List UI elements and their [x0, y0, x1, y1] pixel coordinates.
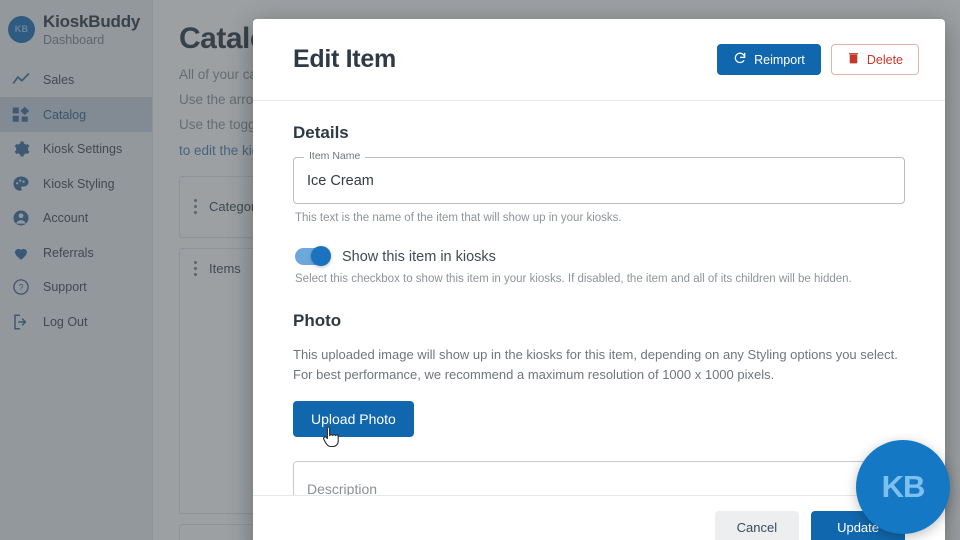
- cancel-button[interactable]: Cancel: [714, 510, 800, 540]
- item-name-help-text: This text is the name of the item that w…: [295, 212, 622, 224]
- reimport-button-label: Reimport: [754, 52, 805, 67]
- delete-button[interactable]: Delete: [830, 44, 919, 75]
- item-name-input[interactable]: Ice Cream: [293, 157, 905, 204]
- chat-widget-button[interactable]: KB: [856, 440, 950, 534]
- photo-section-title: Photo: [293, 311, 342, 331]
- modal-header-actions: Reimport Delete: [717, 44, 919, 75]
- item-name-legend: Item Name: [304, 150, 366, 162]
- show-item-toggle[interactable]: [295, 246, 331, 267]
- app-root: KB KioskBuddy Dashboard Sales: [0, 0, 960, 540]
- modal-footer: Cancel Update: [253, 495, 945, 540]
- details-section-title: Details: [293, 123, 349, 142]
- trash-icon: [847, 51, 860, 68]
- item-name-field-wrap: Item Name Ice Cream: [293, 150, 905, 204]
- modal-header: Edit Item Reimport Delete: [253, 19, 945, 101]
- modal-title: Edit Item: [293, 45, 396, 73]
- delete-button-label: Delete: [866, 52, 903, 67]
- refresh-icon: [733, 51, 747, 68]
- edit-item-modal: Edit Item Reimport Delete Details Item N…: [253, 19, 945, 540]
- show-item-help-text: Select this checkbox to show this item i…: [295, 273, 852, 286]
- show-item-toggle-row: Show this item in kiosks: [295, 246, 905, 267]
- reimport-button[interactable]: Reimport: [717, 44, 821, 75]
- show-item-toggle-label: Show this item in kiosks: [342, 248, 496, 265]
- upload-photo-button[interactable]: Upload Photo: [293, 401, 414, 438]
- photo-description: This uploaded image will show up in the …: [293, 347, 898, 383]
- modal-body: Details Item Name Ice Cream This text is…: [253, 101, 945, 540]
- photo-section: Photo This uploaded image will show up i…: [293, 311, 905, 438]
